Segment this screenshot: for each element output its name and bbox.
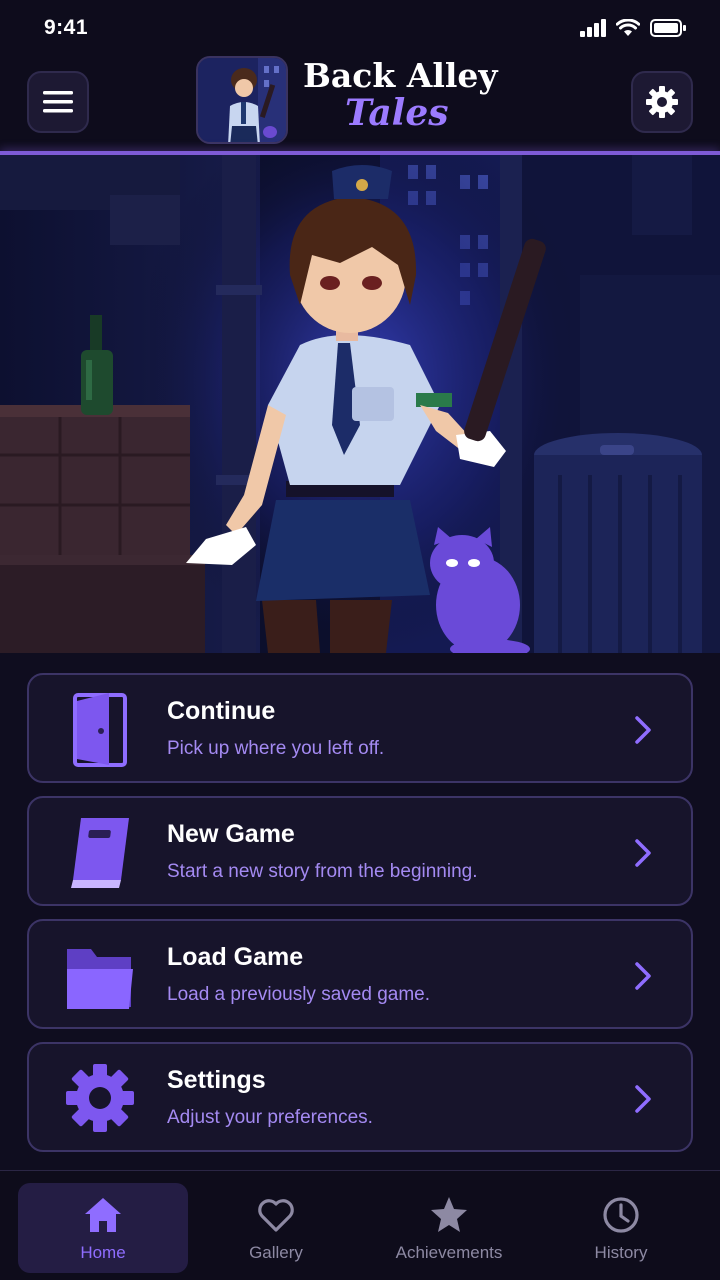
door-icon: [73, 693, 127, 767]
gear-icon: [646, 86, 678, 118]
book-icon: [71, 818, 129, 888]
continue-button[interactable]: Continue Pick up where you left off.: [27, 673, 693, 783]
folder-icon: [67, 949, 133, 1009]
continue-title: Continue: [167, 697, 276, 725]
app-title-line2: Tales: [345, 92, 449, 134]
star-icon: [431, 1197, 467, 1232]
chevron-right-icon: [635, 839, 651, 867]
nav-gallery[interactable]: Gallery: [191, 1183, 361, 1273]
chevron-right-icon: [635, 1085, 651, 1113]
home-icon: [85, 1198, 121, 1232]
bottom-navigation: Home Gallery Achievements History: [0, 1170, 720, 1280]
app-logo-art: [196, 56, 288, 144]
main-menu: Continue Pick up where you left off. New…: [27, 673, 693, 1165]
hero-image: [0, 155, 720, 653]
menu-button[interactable]: [27, 71, 89, 133]
app-title-line1: Back Alley: [303, 56, 498, 95]
status-icons: [580, 19, 686, 37]
continue-subtitle: Pick up where you left off.: [167, 738, 385, 759]
nav-history[interactable]: History: [536, 1183, 706, 1273]
new-game-subtitle: Start a new story from the beginning.: [167, 861, 478, 882]
cellular-signal-icon: [580, 19, 606, 37]
settings-menu-button[interactable]: Settings Adjust your preferences.: [27, 1042, 693, 1152]
clock-icon: [603, 1197, 639, 1233]
wifi-icon: [616, 19, 640, 36]
nav-gallery-label: Gallery: [249, 1243, 303, 1262]
load-game-subtitle: Load a previously saved game.: [167, 984, 430, 1005]
nav-achievements-label: Achievements: [395, 1243, 503, 1262]
nav-home-label: Home: [80, 1243, 126, 1262]
nav-achievements[interactable]: Achievements: [364, 1183, 534, 1273]
chevron-right-icon: [635, 962, 651, 990]
load-game-title: Load Game: [167, 943, 304, 971]
status-bar: 9:41: [0, 0, 720, 56]
heart-icon: [258, 1199, 294, 1232]
load-game-button[interactable]: Load Game Load a previously saved game.: [27, 919, 693, 1029]
chevron-right-icon: [635, 716, 651, 744]
nav-history-label: History: [594, 1243, 648, 1262]
app-logo-text: Back Alley Tales: [303, 56, 543, 148]
settings-title: Settings: [167, 1066, 266, 1094]
settings-button[interactable]: [631, 71, 693, 133]
battery-icon: [650, 19, 686, 37]
new-game-button[interactable]: New Game Start a new story from the begi…: [27, 796, 693, 906]
settings-subtitle: Adjust your preferences.: [167, 1107, 373, 1128]
app-header: Back Alley Tales: [0, 56, 720, 152]
nav-home[interactable]: Home: [18, 1183, 188, 1273]
gear-icon: [66, 1064, 134, 1132]
hamburger-icon: [43, 91, 73, 113]
status-time: 9:41: [44, 16, 89, 39]
new-game-title: New Game: [167, 820, 295, 848]
